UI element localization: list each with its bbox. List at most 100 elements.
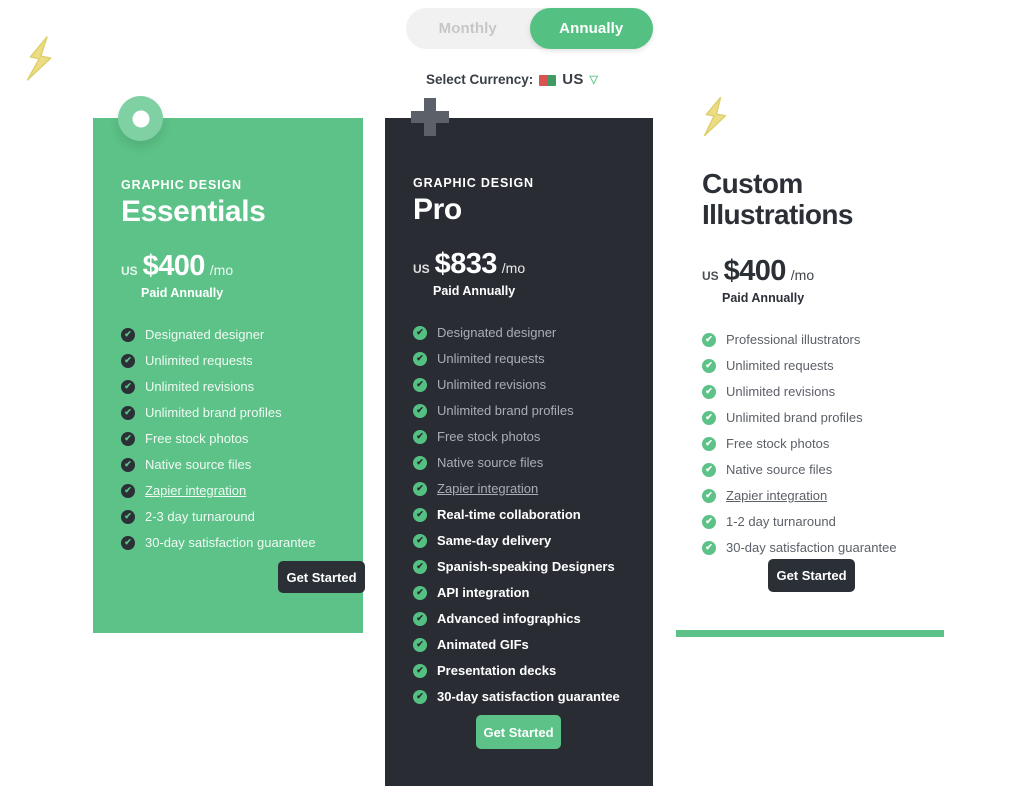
feature-label: 30-day satisfaction guarantee	[437, 689, 620, 705]
toggle-option-annually[interactable]: Annually	[529, 8, 653, 49]
check-icon: ✔	[121, 379, 135, 394]
check-icon: ✔	[121, 457, 135, 472]
paid-note: Paid Annually	[433, 283, 516, 298]
check-icon: ✔	[702, 488, 716, 503]
feature-label: Unlimited revisions	[437, 377, 547, 393]
check-icon: ✔	[702, 384, 716, 399]
check-icon: ✔	[413, 585, 427, 600]
feature-label: Same-day delivery	[437, 533, 552, 549]
get-started-button[interactable]: Get Started	[476, 715, 561, 749]
feature-label: Presentation decks	[437, 663, 557, 679]
billing-period-toggle[interactable]: Monthly Annually	[406, 8, 653, 49]
feature-label: Unlimited requests	[145, 353, 253, 369]
feature-label: Spanish-speaking Designers	[437, 559, 615, 575]
flag-icon	[539, 75, 557, 86]
feature-item: ✔ Native source files	[702, 457, 918, 483]
check-icon: ✔	[413, 663, 427, 678]
price-currency: US	[121, 263, 138, 278]
check-icon: ✔	[121, 327, 135, 342]
plan-title: Custom Illustrations	[702, 168, 853, 231]
price-period: /mo	[209, 261, 234, 278]
feature-item: ✔ Unlimited revisions	[702, 379, 918, 405]
feature-item: ✔ Spanish-speaking Designers	[413, 554, 625, 580]
check-icon: ✔	[121, 431, 135, 446]
paid-note: Paid Annually	[141, 285, 224, 300]
check-icon: ✔	[413, 559, 427, 574]
feature-item: ✔ Zapier integration	[413, 476, 625, 502]
feature-label: 2-3 day turnaround	[145, 509, 255, 525]
feature-item: ✔ Unlimited brand profiles	[413, 398, 625, 424]
feature-label: 30-day satisfaction guarantee	[726, 540, 897, 556]
price-period: /mo	[790, 266, 815, 283]
feature-item: ✔ Zapier integration	[702, 483, 918, 509]
price-amount: $400	[723, 254, 787, 287]
feature-list: ✔ Professional illustrators ✔ Unlimited req…	[702, 327, 918, 561]
feature-item: ✔ 1-2 day turnaround	[702, 509, 918, 535]
feature-label: Real-time collaboration	[437, 507, 581, 523]
currency-selector[interactable]: Select Currency: US ▽	[0, 71, 1024, 88]
check-icon: ✔	[413, 637, 427, 652]
accent-divider	[676, 630, 944, 637]
check-icon: ✔	[702, 436, 716, 451]
feature-item: ✔ Free stock photos	[121, 426, 335, 452]
feature-label: Designated designer	[145, 327, 265, 343]
plan-price: US $400 /mo	[121, 250, 335, 283]
ring-icon	[118, 96, 163, 141]
feature-label: Unlimited revisions	[145, 379, 255, 395]
feature-item: ✔ Same-day delivery	[413, 528, 625, 554]
feature-item: ✔ 30-day satisfaction guarantee	[121, 530, 335, 556]
price-period: /mo	[501, 259, 526, 276]
pricing-card-custom-illustrations: Custom Illustrations US $400 /mo Paid Ann…	[676, 96, 944, 638]
check-icon: ✔	[702, 410, 716, 425]
feature-item: ✔ Zapier integration	[121, 478, 335, 504]
feature-label: Native source files	[726, 462, 833, 478]
check-icon: ✔	[121, 353, 135, 368]
feature-label[interactable]: Zapier integration	[437, 481, 538, 496]
price-amount: $400	[142, 249, 206, 282]
check-icon: ✔	[121, 405, 135, 420]
feature-label: Unlimited requests	[726, 358, 834, 374]
feature-list: ✔ Designated designer ✔ Unlimited requests ✔…	[413, 320, 625, 710]
feature-item: ✔ Unlimited brand profiles	[702, 405, 918, 431]
check-icon: ✔	[413, 377, 427, 392]
feature-label: Unlimited revisions	[726, 384, 836, 400]
get-started-button[interactable]: Get Started	[768, 559, 855, 592]
feature-item: ✔ Unlimited brand profiles	[121, 400, 335, 426]
price-amount: $833	[434, 247, 498, 280]
check-icon: ✔	[702, 358, 716, 373]
feature-item: ✔ Unlimited requests	[702, 353, 918, 379]
feature-label: Unlimited requests	[437, 351, 545, 367]
feature-label: Designated designer	[437, 325, 557, 341]
feature-item: ✔ Native source files	[413, 450, 625, 476]
feature-label: Free stock photos	[437, 429, 541, 445]
plus-icon	[407, 96, 453, 142]
feature-label[interactable]: Zapier integration	[145, 483, 246, 498]
check-icon: ✔	[413, 533, 427, 548]
feature-label: Unlimited brand profiles	[726, 410, 863, 426]
plan-title: Pro	[413, 193, 462, 226]
feature-item: ✔ 30-day satisfaction guarantee	[413, 684, 625, 710]
check-icon: ✔	[413, 429, 427, 444]
feature-item: ✔ Designated designer	[121, 322, 335, 348]
check-icon: ✔	[413, 455, 427, 470]
feature-label: Advanced infographics	[437, 611, 581, 627]
feature-label[interactable]: Zapier integration	[726, 488, 827, 503]
check-icon: ✔	[121, 483, 135, 498]
currency-code: US	[562, 71, 584, 88]
feature-item: ✔ Animated GIFs	[413, 632, 625, 658]
feature-item: ✔ Free stock photos	[702, 431, 918, 457]
feature-label: Professional illustrators	[726, 332, 861, 348]
toggle-option-monthly[interactable]: Monthly	[406, 8, 530, 49]
feature-label: 30-day satisfaction guarantee	[145, 535, 316, 551]
feature-label: Animated GIFs	[437, 637, 529, 653]
paid-note: Paid Annually	[722, 290, 805, 305]
feature-item: ✔ Unlimited revisions	[413, 372, 625, 398]
check-icon: ✔	[702, 462, 716, 477]
feature-item: ✔ Free stock photos	[413, 424, 625, 450]
get-started-button[interactable]: Get Started	[278, 561, 365, 593]
feature-label: 1-2 day turnaround	[726, 514, 836, 530]
feature-item: ✔ Native source files	[121, 452, 335, 478]
feature-label: Native source files	[437, 455, 544, 471]
feature-item: ✔ API integration	[413, 580, 625, 606]
chevron-down-icon[interactable]: ▽	[590, 75, 598, 86]
